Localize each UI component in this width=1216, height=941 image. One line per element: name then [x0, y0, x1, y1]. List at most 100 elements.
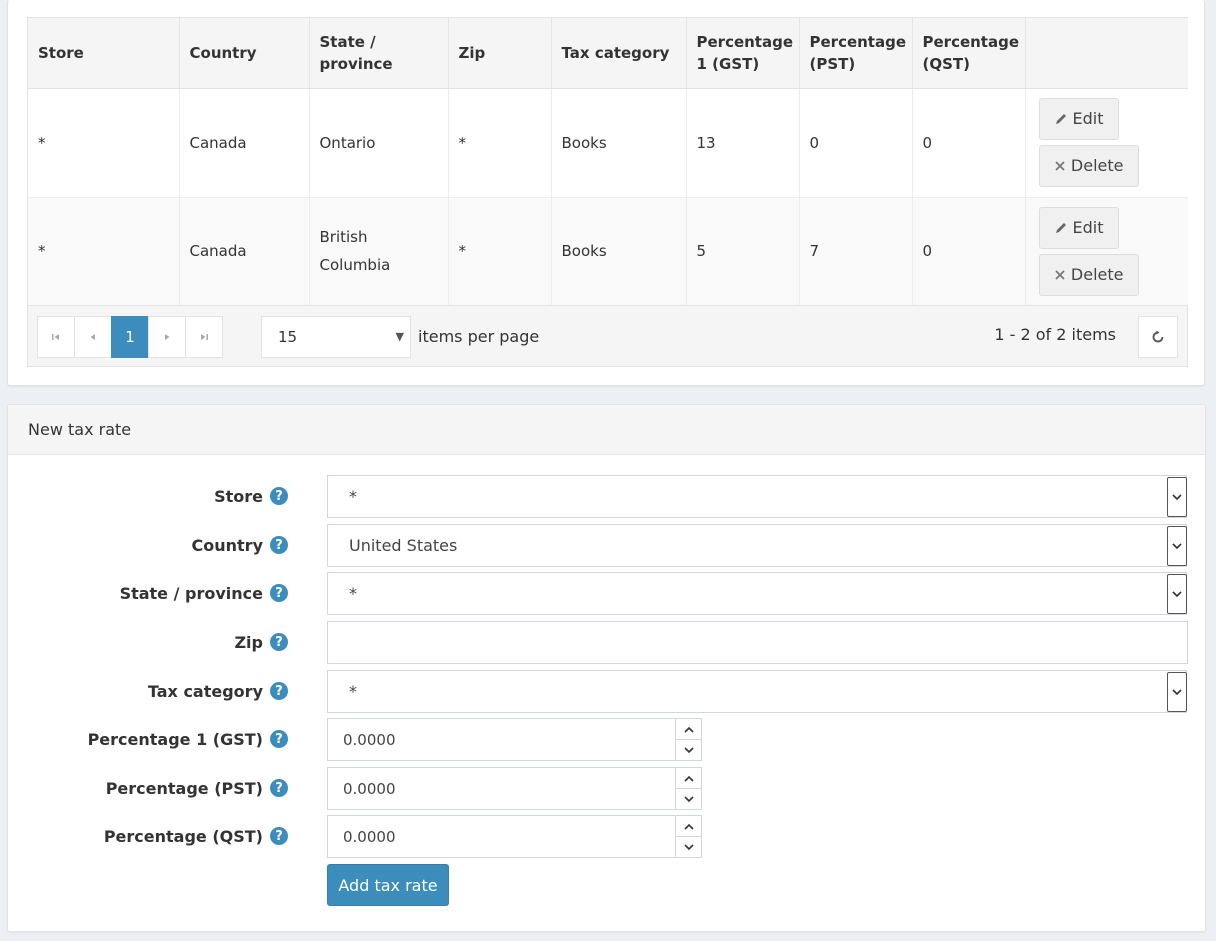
- store-select[interactable]: *: [327, 475, 1187, 518]
- pencil-icon: [1054, 221, 1069, 235]
- help-icon[interactable]: ?: [270, 536, 288, 554]
- cell-store: *: [28, 88, 180, 198]
- edit-button-label: Edit: [1072, 109, 1104, 128]
- help-icon[interactable]: ?: [270, 633, 288, 651]
- chevron-down-icon: [1167, 477, 1187, 517]
- chevron-down-icon: [683, 746, 694, 753]
- new-tax-rate-panel: New tax rate Store ? * Country ? United …: [7, 404, 1206, 932]
- store-label: Store: [214, 487, 263, 506]
- tax-rates-grid: Store Country State / province Zip Tax c…: [27, 17, 1188, 367]
- state-select[interactable]: *: [327, 572, 1187, 615]
- gst-label: Percentage 1 (GST): [87, 730, 263, 749]
- increment-button[interactable]: [676, 768, 701, 789]
- page-size-value: 15: [278, 328, 298, 346]
- panel-title: New tax rate: [28, 420, 132, 439]
- close-icon: [1054, 160, 1067, 172]
- next-page-button[interactable]: [148, 316, 186, 358]
- cell-state: British Columbia: [309, 197, 449, 306]
- delete-button[interactable]: Delete: [1038, 145, 1139, 187]
- zip-input[interactable]: [327, 621, 1188, 664]
- qst-label: Percentage (QST): [103, 827, 263, 846]
- gst-input[interactable]: 0.0000: [327, 718, 702, 761]
- caret-down-icon: ▼: [395, 330, 404, 343]
- zip-label: Zip: [234, 633, 263, 652]
- chevron-up-icon: [683, 726, 694, 733]
- help-icon[interactable]: ?: [270, 584, 288, 602]
- decrement-button[interactable]: [676, 740, 701, 760]
- qst-row: Percentage (QST) ? 0.0000: [8, 815, 1207, 858]
- help-icon[interactable]: ?: [270, 487, 288, 505]
- help-icon[interactable]: ?: [270, 730, 288, 748]
- edit-button-label: Edit: [1072, 217, 1104, 237]
- pst-input[interactable]: 0.0000: [327, 767, 702, 810]
- column-header-zip[interactable]: Zip: [448, 18, 552, 89]
- help-icon[interactable]: ?: [270, 779, 288, 797]
- first-page-icon: [52, 334, 59, 340]
- refresh-button[interactable]: [1138, 316, 1178, 358]
- cell-actions: Edit Delete: [1025, 197, 1188, 306]
- help-icon[interactable]: ?: [270, 827, 288, 845]
- add-tax-rate-button[interactable]: Add tax rate: [327, 864, 449, 906]
- pager-info: 1 - 2 of 2 items: [994, 325, 1116, 344]
- table-row: * Canada British Columbia * Books 5 7 0 …: [28, 197, 1188, 306]
- page-button-current[interactable]: 1: [111, 316, 149, 358]
- country-label: Country: [191, 536, 263, 555]
- country-select[interactable]: United States: [327, 524, 1187, 567]
- pencil-icon: [1054, 112, 1069, 126]
- pst-input-value: 0.0000: [343, 779, 396, 798]
- decrement-button[interactable]: [676, 837, 701, 857]
- last-page-icon: [201, 334, 208, 340]
- chevron-down-icon: [1167, 574, 1187, 614]
- tax-category-label: Tax category: [147, 682, 263, 701]
- cell-qst: 0: [912, 197, 1026, 306]
- state-select-value: *: [349, 584, 357, 603]
- column-header-pst[interactable]: Percentage (PST): [799, 18, 913, 89]
- cell-qst: 0: [912, 88, 1026, 198]
- cell-pst: 0: [799, 88, 913, 198]
- pst-stepper: [675, 768, 701, 809]
- column-header-gst[interactable]: Percentage 1 (GST): [686, 18, 800, 89]
- tax-rates-table: Store Country State / province Zip Tax c…: [28, 18, 1188, 306]
- grid-pager: 1 15 ▼ items per page 1 - 2 of 2 items: [28, 306, 1188, 368]
- chevron-right-icon: [165, 334, 170, 340]
- qst-input-value: 0.0000: [343, 827, 396, 846]
- last-page-button[interactable]: [185, 316, 223, 358]
- state-label: State / province: [119, 584, 263, 603]
- page-size-select[interactable]: 15 ▼: [261, 316, 411, 358]
- column-header-actions: [1025, 18, 1188, 89]
- chevron-up-icon: [683, 823, 694, 830]
- chevron-down-icon: [1167, 672, 1187, 712]
- increment-button[interactable]: [676, 816, 701, 837]
- column-header-store[interactable]: Store: [28, 18, 180, 89]
- delete-button-label: Delete: [1070, 264, 1124, 284]
- items-per-page-label: items per page: [418, 327, 540, 346]
- column-header-qst[interactable]: Percentage (QST): [912, 18, 1026, 89]
- pst-label: Percentage (PST): [105, 779, 263, 798]
- store-select-value: *: [349, 487, 357, 506]
- column-header-country[interactable]: Country: [179, 18, 310, 89]
- edit-button[interactable]: Edit: [1038, 98, 1119, 140]
- qst-input[interactable]: 0.0000: [327, 815, 702, 858]
- delete-button[interactable]: Delete: [1038, 253, 1139, 296]
- help-icon[interactable]: ?: [270, 682, 288, 700]
- decrement-button[interactable]: [676, 789, 701, 809]
- tax-category-row: Tax category ? *: [8, 670, 1207, 713]
- cell-tax-category: Books: [551, 88, 687, 198]
- chevron-down-icon: [1167, 526, 1187, 566]
- chevron-down-icon: [683, 843, 694, 850]
- qst-stepper: [675, 816, 701, 857]
- chevron-down-icon: [683, 795, 694, 802]
- increment-button[interactable]: [676, 719, 701, 740]
- column-header-state[interactable]: State / province: [309, 18, 449, 89]
- cell-gst: 13: [686, 88, 800, 198]
- tax-category-select[interactable]: *: [327, 670, 1187, 713]
- column-header-tax-category[interactable]: Tax category: [551, 18, 687, 89]
- first-page-button[interactable]: [37, 316, 75, 358]
- table-row: * Canada Ontario * Books 13 0 0 Edit Del…: [28, 88, 1188, 198]
- cell-pst: 7: [799, 197, 913, 306]
- prev-page-button[interactable]: [74, 316, 112, 358]
- table-header-row: Store Country State / province Zip Tax c…: [28, 18, 1188, 89]
- edit-button[interactable]: Edit: [1038, 206, 1119, 249]
- zip-row: Zip ?: [8, 621, 1207, 664]
- delete-button-label: Delete: [1070, 156, 1124, 175]
